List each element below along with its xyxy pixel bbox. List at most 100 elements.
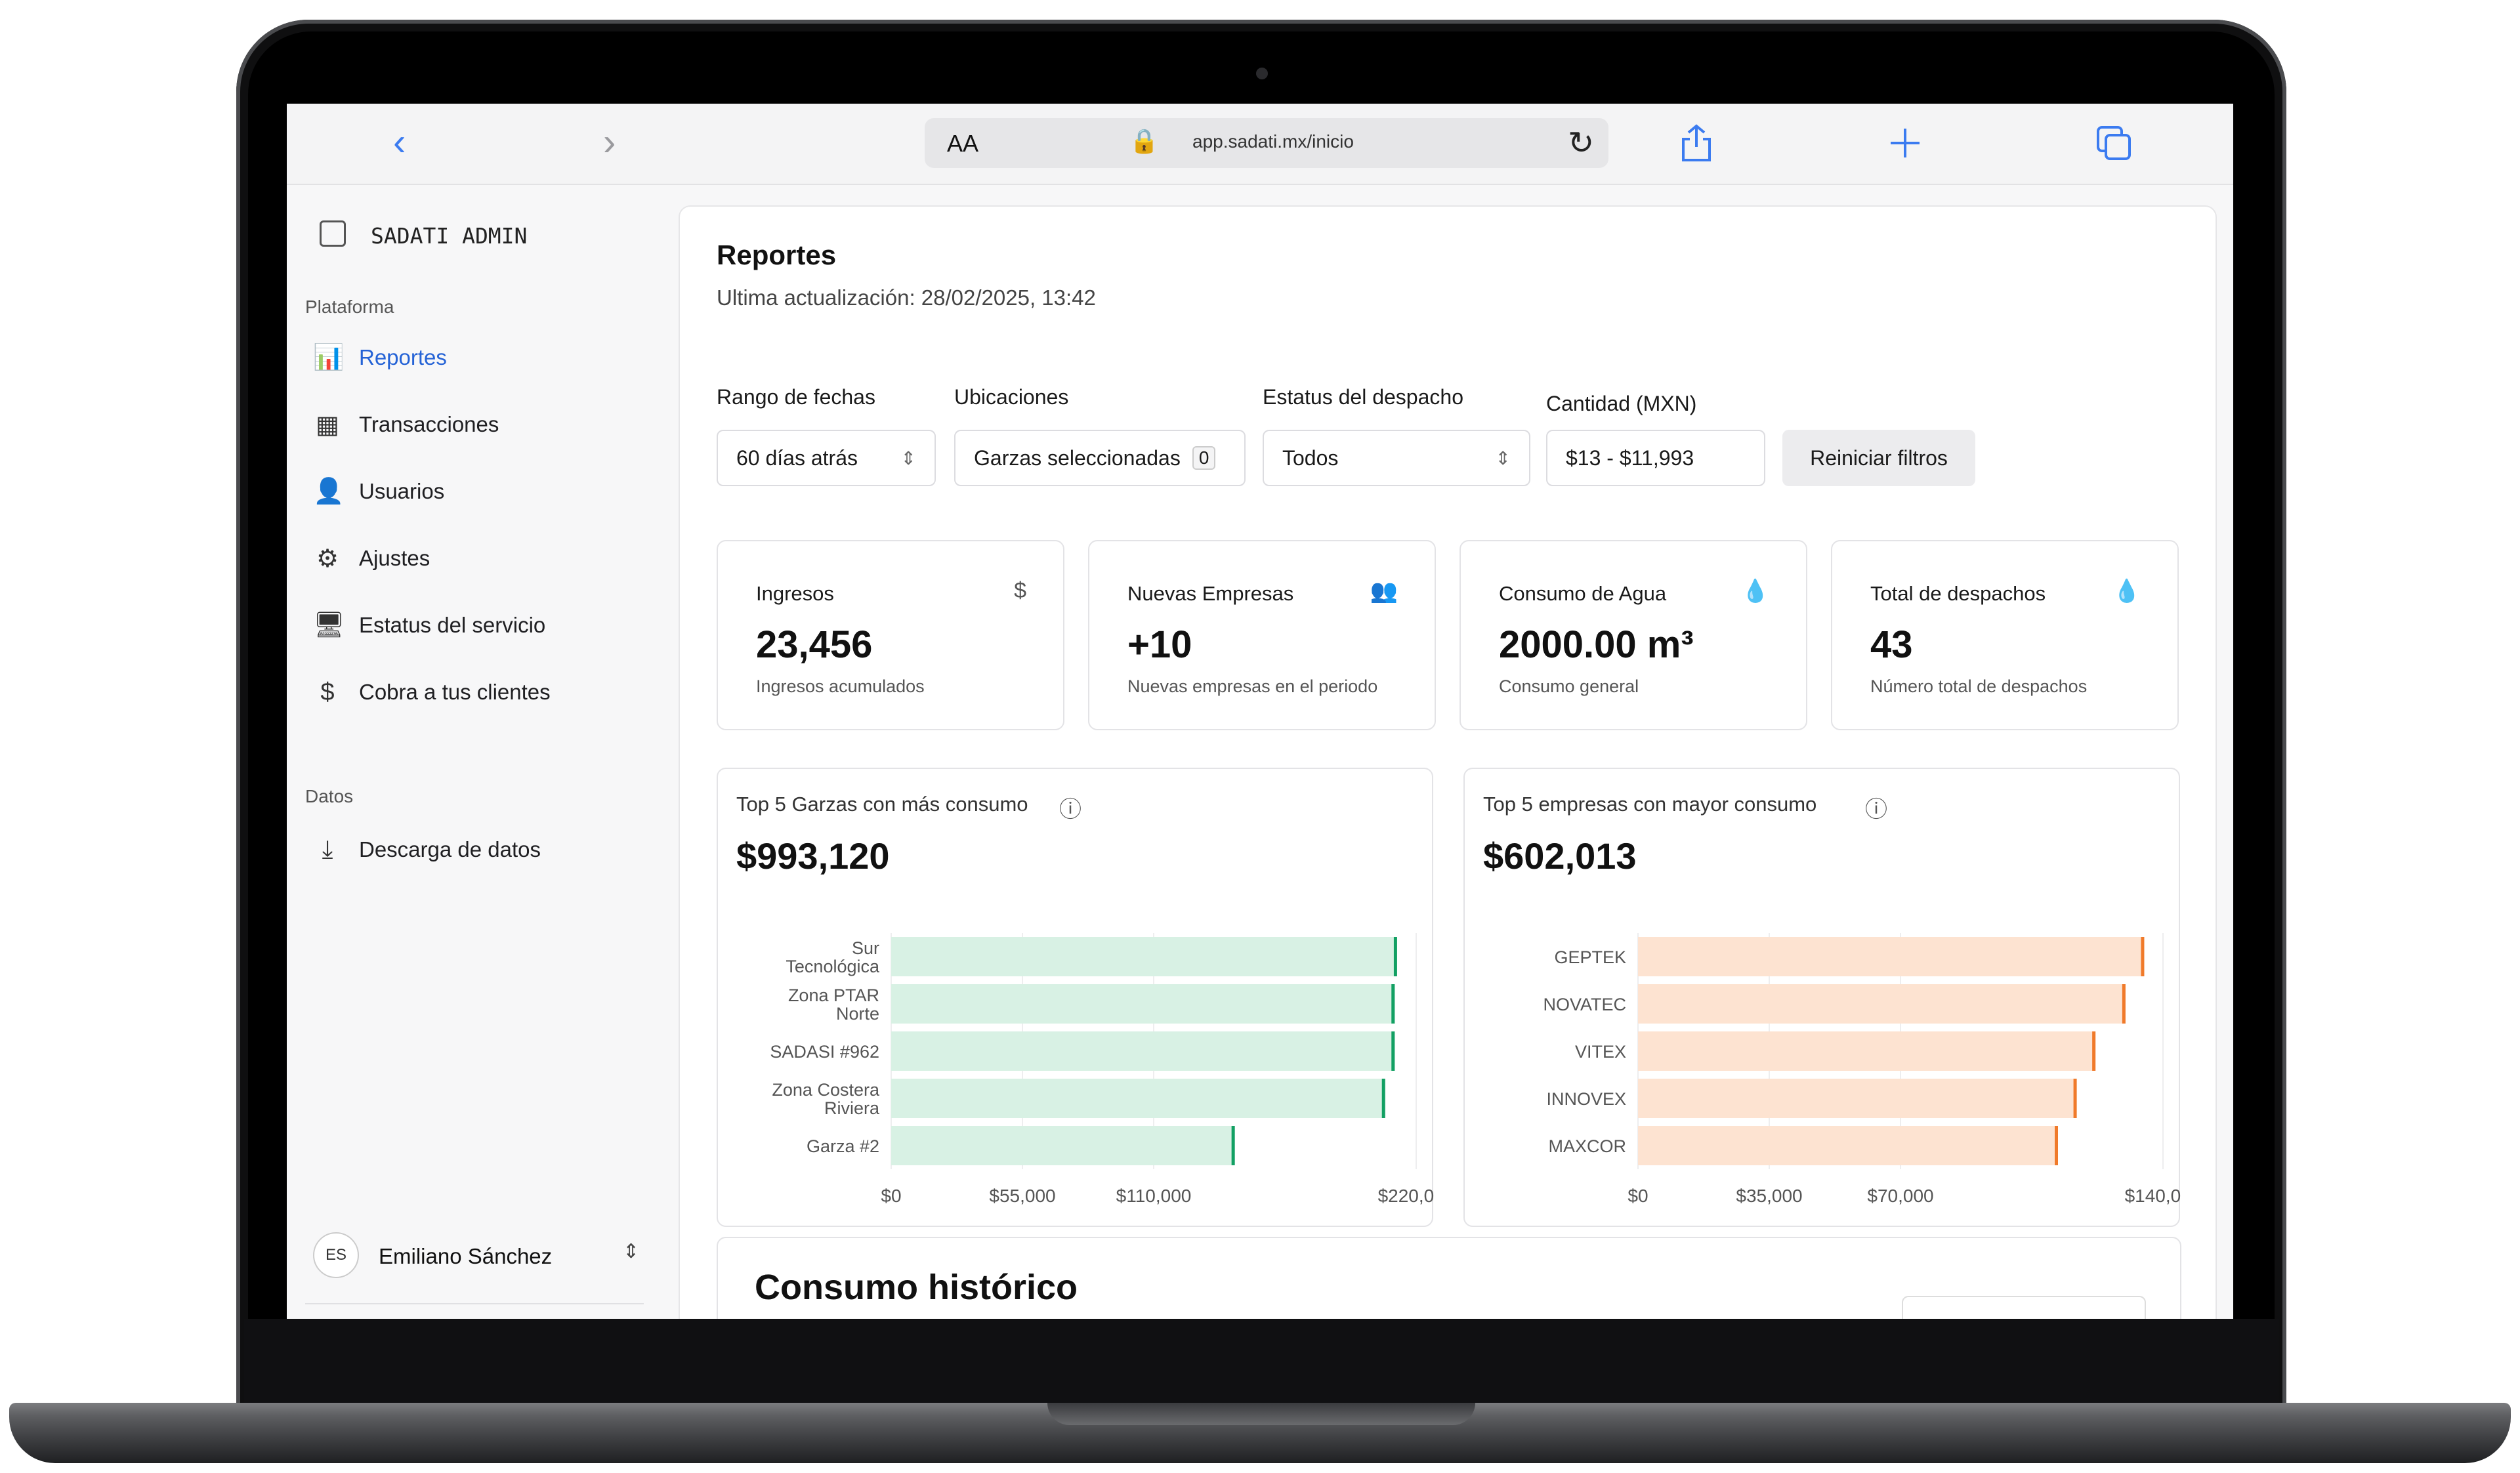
monitor-icon: 🖥 <box>313 612 345 639</box>
date-range-select[interactable]: 60 días atrás ⇕ <box>717 430 936 486</box>
amount-input[interactable]: $13 - $11,993 <box>1546 430 1765 486</box>
filter-label-amount: Cantidad (MXN) <box>1546 392 1697 415</box>
url-text[interactable]: app.sadati.mx/inicio <box>1192 131 1354 152</box>
sidebar-toggle-icon[interactable] <box>320 220 346 247</box>
bar-edge <box>1381 1079 1385 1118</box>
bar <box>1638 937 2145 976</box>
chart-card-empresas: Top 5 empresas con mayor consumo ⓘ $602,… <box>1463 768 2181 1227</box>
sidebar-item-label: Usuarios <box>359 479 445 503</box>
status-value: Todos <box>1282 446 1339 470</box>
bar-edge <box>2122 984 2126 1024</box>
chevron-up-down-icon: ⇕ <box>1495 447 1511 468</box>
y-category-label: Tecnológica <box>786 957 880 976</box>
reader-aa[interactable]: AA <box>947 130 978 157</box>
stat-value: 43 <box>1870 623 1913 666</box>
stat-description: Número total de despachos <box>1870 676 2088 696</box>
stat-card-consumo-agua: Consumo de Agua 💧 2000.00 m³ Consumo gen… <box>1460 540 1807 730</box>
stat-card-ingresos: Ingresos $ 23,456 Ingresos acumulados <box>717 540 1064 730</box>
stat-value: 2000.00 m³ <box>1499 623 1694 666</box>
historic-card: Consumo histórico <box>717 1237 2181 1319</box>
filter-label-status: Estatus del despacho <box>1263 385 1463 409</box>
lock-icon: 🔒 <box>1129 127 1159 154</box>
y-category-label: GEPTEK <box>1554 947 1626 967</box>
bar-edge <box>2141 937 2145 976</box>
stat-title: Ingresos <box>756 582 834 605</box>
bar <box>1638 1079 2077 1118</box>
stat-description: Consumo general <box>1499 676 1639 696</box>
share-icon[interactable] <box>1678 123 1715 163</box>
bar-edge <box>1393 937 1397 976</box>
back-icon[interactable]: ‹ <box>393 123 406 161</box>
user-name[interactable]: Emiliano Sánchez <box>379 1244 552 1269</box>
chevron-up-down-icon[interactable]: ⇕ <box>623 1240 639 1263</box>
sidebar-item-transacciones[interactable]: ▦ Transacciones <box>313 402 641 447</box>
users-icon: 👥 <box>1370 579 1398 604</box>
y-category-label: Norte <box>836 1004 879 1024</box>
dollar-icon: $ <box>1014 578 1026 603</box>
bar-chart-empresas: $0 $35,000 $70,000 $140,000 GEPTEK NOVATEC VIT… <box>1543 933 2181 1206</box>
historic-select[interactable] <box>1902 1296 2146 1319</box>
bar-chart-garzas: $0 $55,000 $110,000 $220,000 SurTecnológica Z… <box>770 933 1435 1206</box>
status-select[interactable]: Todos ⇕ <box>1263 430 1530 486</box>
bar-chart-icon: 📊 <box>313 344 345 371</box>
new-tab-icon[interactable] <box>1887 125 1923 161</box>
sliders-icon: ⚙ <box>316 545 339 573</box>
stat-title: Total de despachos <box>1870 582 2046 605</box>
bar-edge <box>2073 1079 2077 1118</box>
locations-count-badge: 0 <box>1192 446 1216 470</box>
stat-card-total-despachos: Total de despachos 💧 43 Número total de … <box>1831 540 2179 730</box>
laptop-notch <box>1047 1403 1475 1425</box>
stat-description: Nuevas empresas en el periodo <box>1127 676 1378 696</box>
reload-icon[interactable]: ↻ <box>1568 125 1594 161</box>
sidebar-item-usuarios[interactable]: 👤 Usuarios <box>313 468 641 514</box>
sidebar-item-label: Descarga de datos <box>359 837 541 861</box>
y-category-label: INNOVEX <box>1546 1089 1626 1109</box>
bar <box>891 937 1397 976</box>
filter-label-date: Rango de fechas <box>717 385 875 409</box>
tabs-icon[interactable] <box>2095 125 2132 161</box>
sidebar-item-descarga[interactable]: ⤓ Descarga de datos <box>313 827 641 873</box>
bar <box>891 984 1395 1024</box>
browser-toolbar: ‹ › AA 🔒 app.sadati.mx/inicio ↻ <box>287 104 2233 185</box>
bar <box>891 1031 1395 1071</box>
sidebar-item-ajustes[interactable]: ⚙ Ajustes <box>313 535 641 581</box>
droplets-icon: 💧 <box>1741 579 1769 604</box>
y-category-label: Zona Costera <box>772 1080 880 1100</box>
stat-value: 23,456 <box>756 623 873 666</box>
y-category-label: Riviera <box>824 1098 880 1118</box>
y-category-label: SADASI #962 <box>770 1042 879 1062</box>
bar <box>1638 1031 2096 1071</box>
divider <box>305 1303 644 1304</box>
locations-select[interactable]: Garzas seleccionadas 0 <box>954 430 1246 486</box>
bar <box>1638 984 2126 1024</box>
sidebar-item-label: Transacciones <box>359 412 499 436</box>
sidebar-item-label: Cobra a tus clientes <box>359 680 551 704</box>
droplets-icon: 💧 <box>2112 579 2141 604</box>
sidebar-item-label: Ajustes <box>359 546 430 570</box>
bar <box>891 1079 1385 1118</box>
screen: ‹ › AA 🔒 app.sadati.mx/inicio ↻ SADATI A… <box>287 104 2233 1319</box>
sidebar-item-estatus[interactable]: 🖥 Estatus del servicio <box>313 602 641 648</box>
sidebar-item-reportes[interactable]: 📊 Reportes <box>313 335 641 381</box>
sidebar-item-label: Estatus del servicio <box>359 613 546 637</box>
y-category-label: MAXCOR <box>1548 1136 1626 1156</box>
avatar[interactable]: ES <box>313 1232 359 1278</box>
last-updated: Ultima actualización: 28/02/2025, 13:42 <box>717 285 1096 310</box>
forward-icon[interactable]: › <box>603 123 616 161</box>
user-icon: 👤 <box>313 478 345 505</box>
address-bar[interactable]: AA 🔒 app.sadati.mx/inicio ↻ <box>925 118 1608 168</box>
table-icon: ▦ <box>316 411 339 439</box>
bar-edge <box>2092 1031 2096 1071</box>
reset-filters-button[interactable]: Reiniciar filtros <box>1782 430 1975 486</box>
sidebar-item-cobra[interactable]: $ Cobra a tus clientes <box>313 669 641 715</box>
bar-edge <box>1391 1031 1395 1071</box>
y-category-label: NOVATEC <box>1543 995 1626 1014</box>
download-icon: ⤓ <box>322 835 333 863</box>
main-panel: Reportes Ultima actualización: 28/02/202… <box>679 205 2217 1319</box>
dollar-icon: $ <box>320 678 335 706</box>
bar-edge <box>1391 984 1395 1024</box>
sidebar: SADATI ADMIN Plataforma 📊 Reportes ▦ Tra… <box>287 185 661 1319</box>
stat-description: Ingresos acumulados <box>756 676 925 696</box>
x-tick-label: $35,000 <box>1736 1186 1802 1206</box>
chevron-up-down-icon: ⇕ <box>900 447 916 468</box>
